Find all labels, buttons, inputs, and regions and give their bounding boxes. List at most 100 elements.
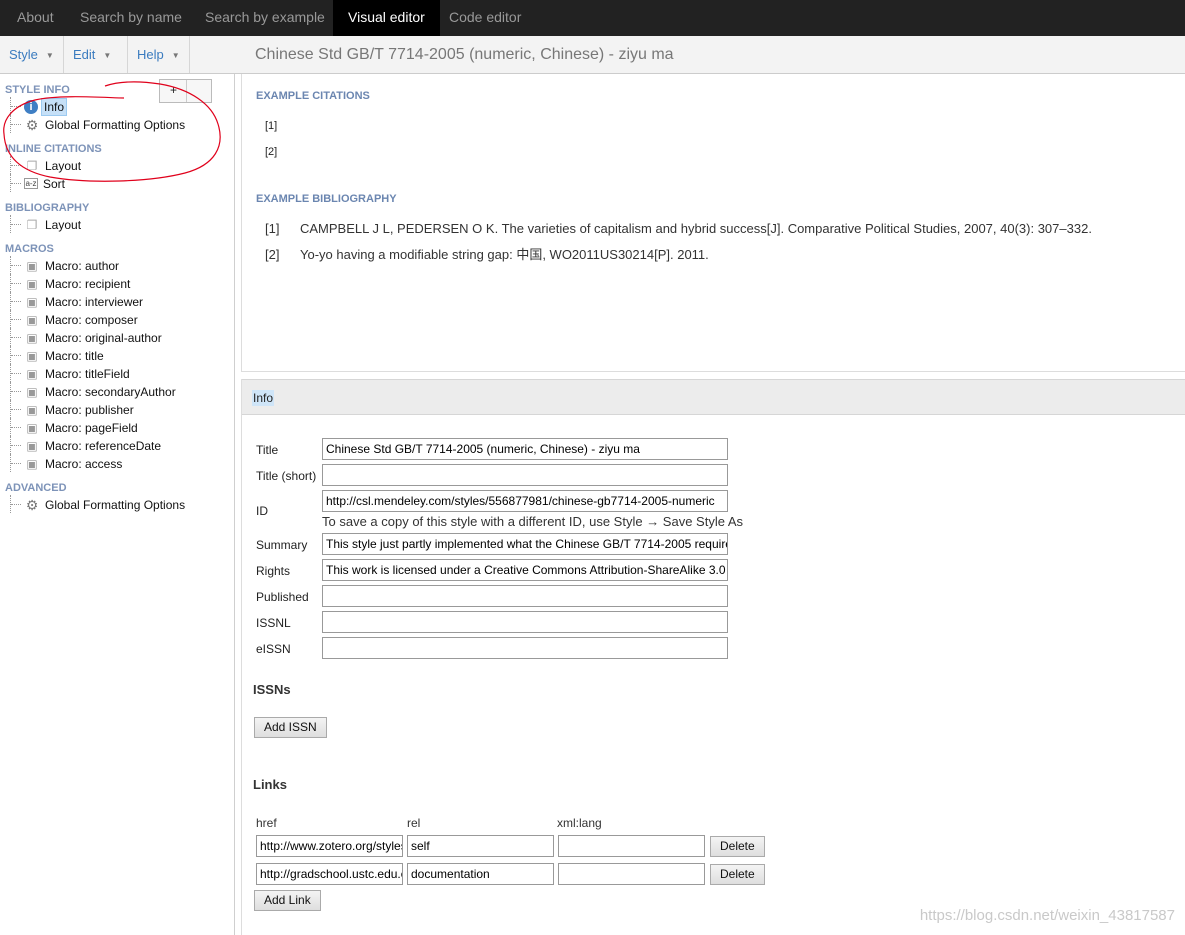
help-menu[interactable]: Help ▼: [128, 36, 190, 73]
link-lang-input[interactable]: [558, 835, 705, 857]
tree-item-label: Macro: publisher: [45, 402, 134, 417]
delete-link-button[interactable]: Delete: [710, 864, 765, 885]
add-node-button[interactable]: +: [159, 79, 212, 103]
link-rel-input[interactable]: self: [407, 835, 554, 857]
cube-icon: ▣: [26, 312, 38, 327]
cube-icon: ▣: [26, 330, 38, 345]
chevron-down-icon: ▼: [45, 51, 54, 61]
links-title: Links: [253, 777, 287, 792]
tree-item-macro[interactable]: ▣ Macro: access: [10, 454, 124, 472]
tree-item-macro[interactable]: ▣ Macro: recipient: [10, 274, 132, 292]
published-label: Published: [256, 590, 309, 604]
bibliography-text: CAMPBELL J L, PEDERSEN O K. The varietie…: [300, 221, 1092, 236]
tree-item-label: Macro: recipient: [45, 276, 131, 291]
nav-about[interactable]: About: [2, 0, 69, 36]
tree-item-label: Global Formatting Options: [45, 497, 186, 512]
section-header-style-info: STYLE INFO: [5, 84, 70, 96]
links-column-rel: rel: [407, 816, 421, 830]
example-citations-header: EXAMPLE CITATIONS: [256, 90, 370, 102]
title-short-input[interactable]: [322, 464, 728, 486]
nav-visual-editor[interactable]: Visual editor: [333, 0, 440, 36]
examples-panel: EXAMPLE CITATIONS [1] [2] EXAMPLE BIBLIO…: [241, 74, 1185, 372]
issns-title: ISSNs: [253, 682, 291, 697]
cube-icon: ▣: [26, 456, 38, 471]
tree-item-macro[interactable]: ▣ Macro: composer: [10, 310, 140, 328]
cube-icon: ▣: [26, 420, 38, 435]
style-tree-panel: + STYLE INFO i Info ⚙ Global Formatting Op…: [0, 74, 235, 935]
tree-item-macro[interactable]: ▣ Macro: interviewer: [10, 292, 145, 310]
tree-item-label: Layout: [45, 158, 82, 173]
bibliography-entry: [1] CAMPBELL J L, PEDERSEN O K. The varie…: [265, 221, 1092, 236]
title-label: Title: [256, 443, 279, 457]
tree-item-label: Macro: interviewer: [45, 294, 144, 309]
id-hint: To save a copy of this style with a diff…: [322, 514, 744, 529]
tree-item-info[interactable]: i Info: [10, 97, 68, 116]
tree-item-advanced-global-formatting[interactable]: ⚙ Global Formatting Options: [10, 495, 187, 513]
eissn-input[interactable]: [322, 637, 728, 659]
tree-item-macro[interactable]: ▣ Macro: original-author: [10, 328, 164, 346]
chevron-down-icon: ▼: [171, 51, 180, 61]
example-bibliography-header: EXAMPLE BIBLIOGRAPHY: [256, 193, 397, 205]
section-header-advanced: ADVANCED: [5, 482, 67, 494]
delete-link-button[interactable]: Delete: [710, 836, 765, 857]
top-navigation: About Search by name Search by example V…: [0, 0, 1185, 36]
cube-icon: ▣: [26, 366, 38, 381]
rights-label: Rights: [256, 564, 291, 578]
help-menu-label: Help: [137, 47, 164, 62]
add-link-button[interactable]: Add Link: [254, 890, 321, 911]
bibliography-entry: [2] Yo-yo having a modifiable string gap:…: [265, 244, 709, 263]
tree-item-label: Info: [41, 97, 68, 116]
link-rel-input[interactable]: documentation: [407, 863, 554, 885]
info-tab[interactable]: Info: [252, 390, 275, 406]
example-citation: [1]: [265, 120, 278, 132]
cube-icon: ▣: [26, 276, 38, 291]
nav-code-editor[interactable]: Code editor: [434, 0, 536, 36]
gear-icon: ⚙: [25, 496, 39, 513]
cube-icon: ▣: [26, 294, 38, 309]
section-header-bibliography: BIBLIOGRAPHY: [5, 202, 90, 214]
info-icon: i: [24, 99, 38, 114]
cube-icon: ▣: [26, 258, 38, 273]
tree-item-label: Sort: [43, 176, 66, 191]
style-menu-label: Style: [9, 47, 38, 62]
tree-item-label: Macro: secondaryAuthor: [45, 384, 176, 399]
page-icon: ❐: [26, 158, 38, 173]
bibliography-text: Yo-yo having a modifiable string gap: 中国…: [300, 247, 709, 262]
tree-item-label: Macro: access: [45, 456, 123, 471]
style-menu[interactable]: Style ▼: [0, 36, 64, 73]
info-editor-panel: Info Title Chinese Std GB/T 7714-2005 (n…: [241, 379, 1185, 935]
tree-item-label: Global Formatting Options: [45, 117, 186, 132]
summary-input[interactable]: This style just partly implemented what …: [322, 533, 728, 555]
rights-input[interactable]: This work is licensed under a Creative C…: [322, 559, 728, 581]
button-divider: [186, 80, 187, 102]
tree-item-macro[interactable]: ▣ Macro: pageField: [10, 418, 140, 436]
tree-item-macro[interactable]: ▣ Macro: titleField: [10, 364, 132, 382]
issnl-input[interactable]: [322, 611, 728, 633]
sort-icon: a-z: [24, 178, 38, 190]
add-issn-button[interactable]: Add ISSN: [254, 717, 327, 738]
link-href-input[interactable]: http://www.zotero.org/styles/: [256, 835, 403, 857]
tree-item-global-formatting[interactable]: ⚙ Global Formatting Options: [10, 115, 187, 133]
tree-item-macro[interactable]: ▣ Macro: author: [10, 256, 121, 274]
edit-menu[interactable]: Edit ▼: [64, 36, 128, 73]
tree-item-macro[interactable]: ▣ Macro: title: [10, 346, 106, 364]
watermark: https://blog.csdn.net/weixin_43817587: [919, 907, 1175, 924]
nav-search-by-example[interactable]: Search by example: [190, 0, 340, 36]
tree-item-inline-layout[interactable]: ❐ Layout: [10, 156, 83, 174]
tree-item-macro[interactable]: ▣ Macro: secondaryAuthor: [10, 382, 178, 400]
edit-menu-label: Edit: [73, 47, 96, 62]
link-href-input[interactable]: http://gradschool.ustc.edu.cn/: [256, 863, 403, 885]
nav-search-by-name[interactable]: Search by name: [65, 0, 197, 36]
tree-item-bibliography-layout[interactable]: ❐ Layout: [10, 215, 83, 233]
tree-item-sort[interactable]: a-z Sort: [10, 174, 67, 192]
title-input[interactable]: Chinese Std GB/T 7714-2005 (numeric, Chi…: [322, 438, 728, 460]
tree-item-label: Macro: original-author: [45, 330, 162, 345]
tree-item-macro[interactable]: ▣ Macro: referenceDate: [10, 436, 163, 454]
link-lang-input[interactable]: [558, 863, 705, 885]
tree-item-label: Macro: referenceDate: [45, 438, 162, 453]
published-input[interactable]: [322, 585, 728, 607]
tree-item-macro[interactable]: ▣ Macro: publisher: [10, 400, 136, 418]
tree-item-label: Layout: [45, 217, 82, 232]
id-input[interactable]: http://csl.mendeley.com/styles/556877981…: [322, 490, 728, 512]
title-short-label: Title (short): [256, 469, 317, 483]
